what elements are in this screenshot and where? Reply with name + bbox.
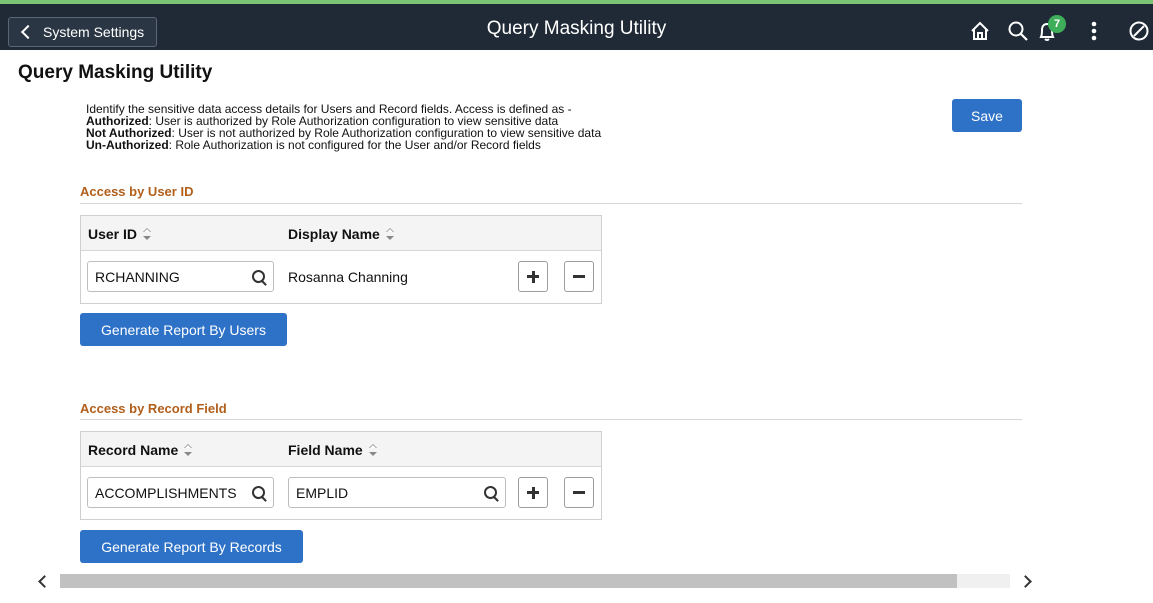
sort-icon[interactable] bbox=[385, 228, 394, 240]
unauthorized-term: Un-Authorized bbox=[86, 138, 169, 152]
intro-unauthorized: Un-Authorized: Role Authorization is not… bbox=[86, 139, 601, 151]
record-grid-header: Record Name Field Name bbox=[81, 432, 601, 467]
user-id-value: RCHANNING bbox=[95, 268, 180, 285]
user-section-divider bbox=[80, 203, 1022, 204]
lookup-search-icon[interactable] bbox=[252, 270, 265, 283]
add-row-button[interactable] bbox=[518, 261, 548, 292]
home-icon[interactable] bbox=[969, 20, 991, 42]
record-name-column-label: Record Name bbox=[88, 442, 179, 458]
record-grid: Record Name Field Name ACCOMPLISHMENTS E… bbox=[80, 431, 602, 520]
scroll-right-arrow-icon[interactable] bbox=[1019, 575, 1032, 588]
save-button[interactable]: Save bbox=[952, 99, 1022, 132]
delete-row-button[interactable] bbox=[564, 477, 594, 508]
field-name-column-header[interactable]: Field Name bbox=[288, 442, 377, 458]
delete-row-button[interactable] bbox=[564, 261, 594, 292]
record-name-column-header[interactable]: Record Name bbox=[88, 442, 193, 458]
generate-report-by-records-button[interactable]: Generate Report By Records bbox=[80, 530, 303, 563]
user-grid: User ID Display Name RCHANNING Rosanna C… bbox=[80, 215, 602, 304]
add-row-button[interactable] bbox=[518, 477, 548, 508]
scroll-left-arrow-icon[interactable] bbox=[38, 575, 51, 588]
record-section-title: Access by Record Field bbox=[80, 401, 227, 416]
scrollbar-thumb[interactable] bbox=[60, 574, 957, 588]
field-name-column-label: Field Name bbox=[288, 442, 363, 458]
search-icon[interactable] bbox=[1007, 20, 1029, 42]
navbar-icon[interactable] bbox=[1128, 20, 1150, 42]
notification-badge: 7 bbox=[1048, 15, 1066, 33]
generate-report-by-users-button[interactable]: Generate Report By Users bbox=[80, 313, 287, 346]
user-section-title: Access by User ID bbox=[80, 184, 194, 199]
field-name-input[interactable]: EMPLID bbox=[288, 477, 506, 508]
app-header: System Settings Query Masking Utility 7 bbox=[0, 4, 1153, 50]
display-name-column-label: Display Name bbox=[288, 226, 380, 242]
display-name-value: Rosanna Channing bbox=[288, 269, 408, 285]
user-id-column-header[interactable]: User ID bbox=[88, 226, 152, 242]
intro-text: Identify the sensitive data access detai… bbox=[86, 103, 601, 151]
user-id-column-label: User ID bbox=[88, 226, 138, 242]
unauthorized-desc: : Role Authorization is not configured f… bbox=[168, 138, 541, 152]
display-name-column-header[interactable]: Display Name bbox=[288, 226, 394, 242]
actions-menu-icon[interactable] bbox=[1083, 20, 1105, 42]
table-row: ACCOMPLISHMENTS EMPLID bbox=[81, 467, 601, 519]
sort-icon[interactable] bbox=[368, 444, 377, 456]
record-section-divider bbox=[80, 419, 1022, 420]
field-name-value: EMPLID bbox=[296, 484, 349, 501]
table-row: RCHANNING Rosanna Channing bbox=[81, 251, 601, 303]
lookup-search-icon[interactable] bbox=[252, 486, 265, 499]
record-name-input[interactable]: ACCOMPLISHMENTS bbox=[87, 477, 274, 508]
sort-icon[interactable] bbox=[184, 444, 193, 456]
lookup-search-icon[interactable] bbox=[484, 486, 497, 499]
page-title: Query Masking Utility bbox=[18, 62, 213, 83]
sort-icon[interactable] bbox=[143, 228, 152, 240]
horizontal-scrollbar[interactable] bbox=[36, 574, 1034, 588]
record-name-value: ACCOMPLISHMENTS bbox=[95, 484, 237, 501]
user-id-input[interactable]: RCHANNING bbox=[87, 261, 274, 292]
user-grid-header: User ID Display Name bbox=[81, 216, 601, 251]
